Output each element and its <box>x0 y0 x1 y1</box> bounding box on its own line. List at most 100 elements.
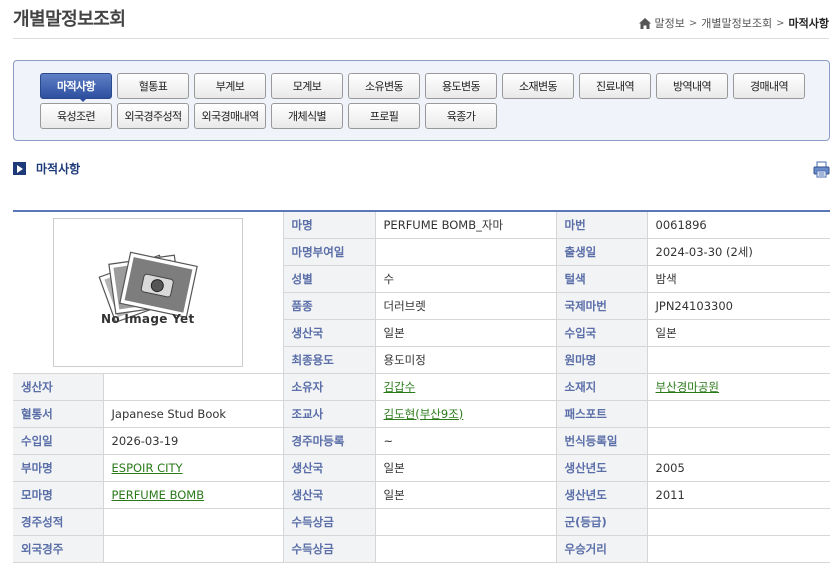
label-sire: 부마명 <box>13 454 104 482</box>
value-horse-name: PERFUME BOMB_자마 <box>375 211 557 239</box>
horse-info-table: No Image Yet 마명 PERFUME BOMB_자마 마번 00618… <box>13 210 830 563</box>
table-row: 혈통서 Japanese Stud Book 조교사 김도현(부산9조) 패스포… <box>13 400 830 428</box>
value-breeding-registration <box>647 427 830 455</box>
label-race-registration: 경주마등록 <box>283 427 376 455</box>
label-name-date: 마명부여일 <box>283 238 376 266</box>
label-prize-money: 수득상금 <box>283 508 376 536</box>
value-final-use: 용도미정 <box>375 346 557 374</box>
sire-link[interactable]: ESPOIR CITY <box>112 461 183 475</box>
label-foreign-prize-money: 수득상금 <box>283 535 376 563</box>
table-row: 모마명 PERFUME BOMB 생산국 일본 생산년도 2011 <box>13 481 830 509</box>
tab-row-2: 육성조련 외국경주성적 외국경매내역 개체식별 프로필 육종가 <box>40 103 502 129</box>
label-race-record: 경주성적 <box>13 508 104 536</box>
home-icon[interactable] <box>638 17 651 29</box>
value-import-date: 2026-03-19 <box>103 427 284 455</box>
breadcrumb-current: 마적사항 <box>788 17 829 30</box>
owner-link[interactable]: 김갑수 <box>384 380 416 394</box>
trainer-link[interactable]: 김도현(부산9조) <box>384 407 464 421</box>
value-prize-money <box>375 508 557 536</box>
tab-auction-history[interactable]: 경매내역 <box>733 73 805 99</box>
value-location: 부산경마공원 <box>647 373 830 401</box>
value-sex: 수 <box>375 265 557 293</box>
breadcrumb: 말정보 > 개별말정보조회 > 마적사항 <box>638 15 829 31</box>
label-sex: 성별 <box>283 265 376 293</box>
label-original-name: 원마명 <box>556 346 648 374</box>
label-trainer: 조교사 <box>283 400 376 428</box>
value-producer <box>103 373 284 401</box>
tab-vaccination-history[interactable]: 방역내역 <box>656 73 728 99</box>
label-sire-year: 생산년도 <box>556 454 648 482</box>
label-import-country: 수입국 <box>556 319 648 347</box>
tab-medical-history[interactable]: 진료내역 <box>579 73 651 99</box>
value-import-country: 일본 <box>647 319 830 347</box>
label-dam-country: 생산국 <box>283 481 376 509</box>
tab-use-changes[interactable]: 용도변동 <box>425 73 497 99</box>
value-sire-year: 2005 <box>647 454 830 482</box>
value-foreign-prize-money <box>375 535 557 563</box>
label-breeding-registration: 번식등록일 <box>556 427 648 455</box>
label-foreign-race: 외국경주 <box>13 535 104 563</box>
section-header: 마적사항 <box>13 160 80 177</box>
label-coat-color: 털색 <box>556 265 648 293</box>
tab-training[interactable]: 육성조련 <box>40 103 112 129</box>
value-intl-number: JPN24103300 <box>647 292 830 320</box>
tab-registration[interactable]: 마적사항 <box>40 73 112 99</box>
tab-ownership-changes[interactable]: 소유변동 <box>348 73 420 99</box>
value-passport <box>647 400 830 428</box>
value-birth-date: 2024-03-30 (2세) <box>647 238 830 266</box>
value-dam: PERFUME BOMB <box>103 481 284 509</box>
photo-caption: No Image Yet <box>100 311 195 326</box>
value-breed: 더러브렛 <box>375 292 557 320</box>
label-best-distance: 우승거리 <box>556 535 648 563</box>
label-studbook: 혈통서 <box>13 400 104 428</box>
tab-foreign-race-record[interactable]: 외국경주성적 <box>117 103 189 129</box>
breadcrumb-item-horse-info[interactable]: 말정보 <box>655 15 685 31</box>
value-dam-year: 2011 <box>647 481 830 509</box>
horse-photo-placeholder: No Image Yet <box>52 217 243 367</box>
value-race-record <box>103 508 284 536</box>
label-producer: 생산자 <box>13 373 104 401</box>
tab-dam-line[interactable]: 모계보 <box>271 73 343 99</box>
label-import-date: 수입일 <box>13 427 104 455</box>
label-horse-number: 마번 <box>556 211 648 239</box>
label-horse-name: 마명 <box>283 211 376 239</box>
value-race-registration: ~ <box>375 427 557 455</box>
value-owner: 김갑수 <box>375 373 557 401</box>
value-sire: ESPOIR CITY <box>103 454 284 482</box>
label-final-use: 최종용도 <box>283 346 376 374</box>
value-studbook: Japanese Stud Book <box>103 400 284 428</box>
label-passport: 패스포트 <box>556 400 648 428</box>
table-row: 생산자 소유자 김갑수 소재지 부산경마공원 <box>13 373 830 401</box>
table-row: 외국경주 수득상금 우승거리 <box>13 535 830 563</box>
label-grade: 군(등급) <box>556 508 648 536</box>
dam-link[interactable]: PERFUME BOMB <box>112 488 205 502</box>
value-original-name <box>647 346 830 374</box>
tab-breeding-value[interactable]: 육종가 <box>425 103 497 129</box>
value-trainer: 김도현(부산9조) <box>375 400 557 428</box>
label-intl-number: 국제마번 <box>556 292 648 320</box>
value-dam-country: 일본 <box>375 481 557 509</box>
table-row: 수입일 2026-03-19 경주마등록 ~ 번식등록일 <box>13 427 830 455</box>
breadcrumb-item-individual[interactable]: 개별말정보조회 <box>701 15 772 31</box>
photo-placeholder-icon <box>98 251 198 323</box>
location-link[interactable]: 부산경마공원 <box>656 380 719 394</box>
print-icon[interactable] <box>813 161 830 178</box>
label-birth-date: 출생일 <box>556 238 648 266</box>
value-name-date <box>375 238 557 266</box>
tab-location-changes[interactable]: 소재변동 <box>502 73 574 99</box>
tab-sire-line[interactable]: 부계보 <box>194 73 266 99</box>
value-grade <box>647 508 830 536</box>
label-origin-country: 생산국 <box>283 319 376 347</box>
table-row: 경주성적 수득상금 군(등급) <box>13 508 830 536</box>
tab-foreign-auction[interactable]: 외국경매내역 <box>194 103 266 129</box>
arrow-right-icon <box>13 162 26 175</box>
tab-identification[interactable]: 개체식별 <box>271 103 343 129</box>
tab-pedigree[interactable]: 혈통표 <box>117 73 189 99</box>
label-location: 소재지 <box>556 373 648 401</box>
breadcrumb-separator: > <box>688 17 698 29</box>
tab-profile[interactable]: 프로필 <box>348 103 420 129</box>
table-row: 부마명 ESPOIR CITY 생산국 일본 생산년도 2005 <box>13 454 830 482</box>
label-breed: 품종 <box>283 292 376 320</box>
value-coat-color: 밤색 <box>647 265 830 293</box>
value-sire-country: 일본 <box>375 454 557 482</box>
